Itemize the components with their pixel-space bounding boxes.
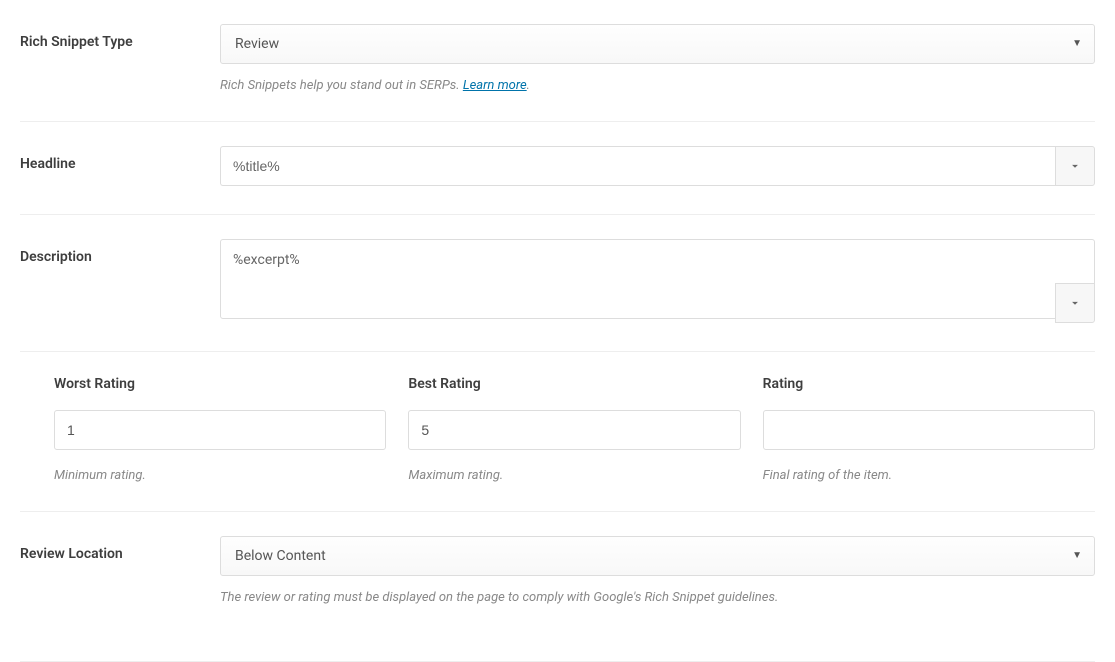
best-rating-input[interactable] [408,410,740,450]
worst-rating-label: Worst Rating [54,376,386,392]
snippet-type-helper: Rich Snippets help you stand out in SERP… [220,78,1095,93]
review-location-label: Review Location [20,536,220,562]
chevron-down-icon [1068,159,1082,173]
rating-input[interactable] [763,410,1095,450]
headline-input[interactable] [220,146,1055,186]
learn-more-link[interactable]: Learn more [463,78,527,93]
description-variables-button[interactable] [1055,283,1095,323]
best-rating-label: Best Rating [408,376,740,392]
headline-variables-button[interactable] [1055,146,1095,186]
worst-rating-helper: Minimum rating. [54,468,386,483]
review-location-select[interactable]: Below Content ▼ [220,536,1095,576]
chevron-down-icon: ▼ [1072,25,1082,63]
description-input[interactable] [220,239,1095,319]
review-location-helper: The review or rating must be displayed o… [220,590,1095,605]
chevron-down-icon: ▼ [1072,537,1082,575]
headline-label: Headline [20,146,220,172]
rating-label: Rating [763,376,1095,392]
snippet-type-select[interactable]: Review ▼ [220,24,1095,64]
worst-rating-input[interactable] [54,410,386,450]
review-location-value: Below Content [235,548,326,564]
best-rating-helper: Maximum rating. [408,468,740,483]
snippet-type-value: Review [235,36,279,52]
description-label: Description [20,239,220,265]
rating-helper: Final rating of the item. [763,468,1095,483]
snippet-type-label: Rich Snippet Type [20,24,220,50]
chevron-down-icon [1068,296,1082,310]
